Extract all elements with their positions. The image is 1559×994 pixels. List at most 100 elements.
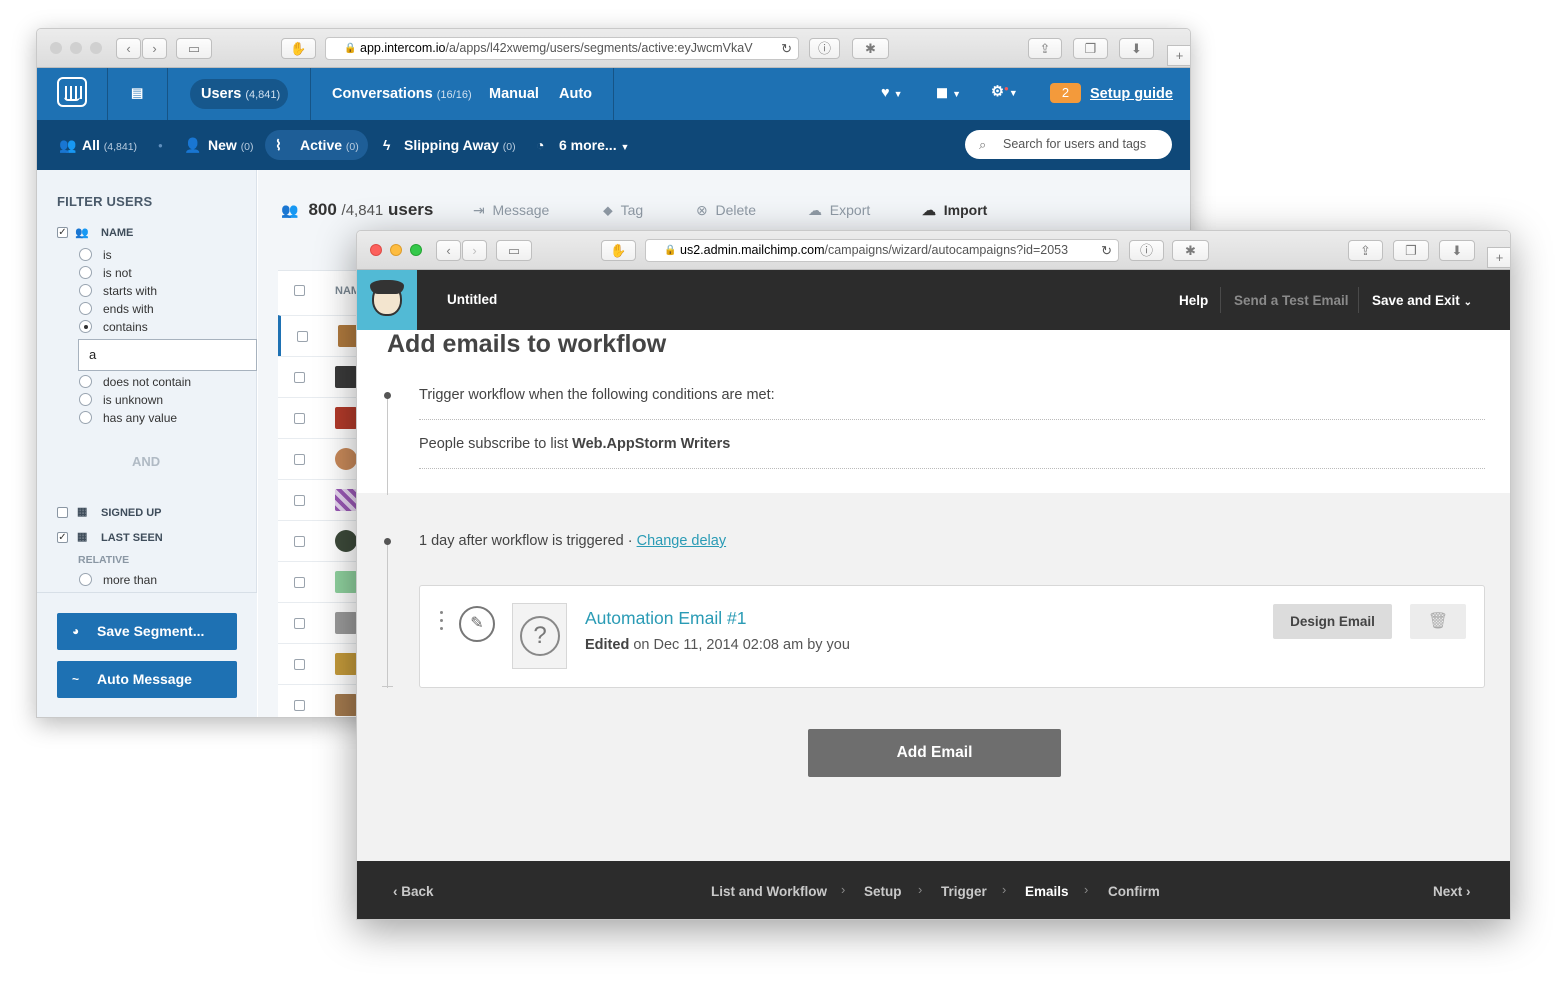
row-checkbox[interactable]: [294, 372, 305, 383]
campaign-title[interactable]: Untitled: [447, 292, 497, 307]
forward-nav-button[interactable]: ›: [142, 38, 167, 59]
minimize-window-button[interactable]: [390, 244, 402, 256]
sidebar-toggle-button[interactable]: ▭: [176, 38, 212, 59]
back-nav-button[interactable]: ‹: [116, 38, 141, 59]
row-checkbox[interactable]: [294, 577, 305, 588]
row-checkbox[interactable]: [294, 413, 305, 424]
help-link[interactable]: Help: [1179, 293, 1208, 308]
gear-menu-icon[interactable]: ⚙●▼: [991, 84, 1018, 100]
sidebar-toggle-button[interactable]: ▭: [496, 240, 532, 261]
setup-guide-link[interactable]: Setup guide: [1090, 86, 1173, 102]
heart-menu-icon[interactable]: ♥ ▼: [881, 85, 903, 101]
pencil-icon[interactable]: ✎: [459, 606, 495, 642]
save-segment-button[interactable]: ◕ Save Segment...: [57, 613, 237, 650]
address-bar[interactable]: 🔒 app.intercom.io/a/apps/l42xwemg/users/…: [325, 37, 799, 60]
radio-does-not-contain[interactable]: [79, 375, 92, 388]
share-button[interactable]: ⇪: [1348, 240, 1383, 261]
segment-new[interactable]: New (0): [208, 137, 254, 153]
nav-users-label[interactable]: Users (4,841): [201, 86, 280, 102]
radio-is-not[interactable]: [79, 266, 92, 279]
downloads-button[interactable]: ⬇: [1439, 240, 1475, 261]
radio-more-than[interactable]: [79, 573, 92, 586]
segment-slipping-away[interactable]: Slipping Away (0): [404, 137, 516, 153]
option-more-than[interactable]: more than: [103, 573, 157, 587]
step-trigger[interactable]: Trigger: [941, 884, 987, 899]
row-checkbox[interactable]: [294, 659, 305, 670]
signed-up-checkbox[interactable]: [57, 507, 68, 518]
import-action[interactable]: ☁ Import: [922, 202, 987, 219]
option-has-any-value[interactable]: has any value: [103, 411, 177, 425]
option-is-not[interactable]: is not: [103, 266, 132, 280]
row-checkbox[interactable]: [294, 618, 305, 629]
radio-ends-with[interactable]: [79, 302, 92, 315]
segment-all[interactable]: All (4,841): [82, 137, 137, 153]
step-confirm[interactable]: Confirm: [1108, 884, 1160, 899]
option-is[interactable]: is: [103, 248, 112, 262]
newspaper-icon[interactable]: ▤: [131, 85, 143, 101]
zoom-window-button[interactable]: [90, 42, 102, 54]
name-filter-checkbox[interactable]: ✓: [57, 227, 68, 238]
change-delay-link[interactable]: Change delay: [637, 533, 727, 549]
share-button[interactable]: ⇪: [1028, 38, 1062, 59]
mailchimp-logo[interactable]: [357, 270, 417, 330]
row-checkbox[interactable]: [294, 700, 305, 711]
password-button[interactable]: ⓘ: [1129, 240, 1164, 261]
row-checkbox[interactable]: [294, 454, 305, 465]
option-ends-with[interactable]: ends with: [103, 302, 154, 316]
tag-action[interactable]: ⬥ Tag: [603, 202, 643, 219]
delete-action[interactable]: ⊗ Delete: [696, 202, 756, 219]
segment-active[interactable]: Active (0): [300, 137, 359, 153]
new-tab-button[interactable]: +: [1167, 45, 1190, 66]
address-bar[interactable]: 🔒 us2.admin.mailchimp.com/campaigns/wiza…: [645, 239, 1119, 262]
nav-conversations-tab[interactable]: Conversations (16/16): [332, 86, 472, 102]
close-window-button[interactable]: [370, 244, 382, 256]
nav-auto-tab[interactable]: Auto: [559, 86, 592, 102]
step-emails[interactable]: Emails: [1025, 884, 1069, 899]
radio-is-unknown[interactable]: [79, 393, 92, 406]
extension-star-button[interactable]: ✱: [1172, 240, 1209, 261]
last-seen-checkbox[interactable]: ✓: [57, 532, 68, 543]
nav-manual-tab[interactable]: Manual: [489, 86, 539, 102]
box-menu-icon[interactable]: ◼ ▼: [936, 85, 961, 101]
save-and-exit-dropdown[interactable]: Save and Exit ⌄: [1372, 293, 1472, 308]
radio-is[interactable]: [79, 248, 92, 261]
row-checkbox[interactable]: [297, 331, 308, 342]
reload-icon[interactable]: ↻: [781, 38, 792, 59]
minimize-window-button[interactable]: [70, 42, 82, 54]
search-users-input[interactable]: ⌕ Search for users and tags: [965, 130, 1172, 159]
step-setup[interactable]: Setup: [864, 884, 902, 899]
trash-icon[interactable]: 🗑: [1410, 604, 1466, 639]
extension-button[interactable]: ✋: [601, 240, 636, 261]
row-checkbox[interactable]: [294, 495, 305, 506]
radio-has-any-value[interactable]: [79, 411, 92, 424]
export-action[interactable]: ☁ Export: [808, 202, 870, 219]
tabs-button[interactable]: ❐: [1073, 38, 1108, 59]
next-button[interactable]: Next ›: [1433, 884, 1471, 899]
option-does-not-contain[interactable]: does not contain: [103, 375, 191, 389]
select-all-checkbox[interactable]: [294, 285, 305, 296]
tabs-button[interactable]: ❐: [1393, 240, 1429, 261]
forward-nav-button[interactable]: ›: [462, 240, 487, 261]
radio-starts-with[interactable]: [79, 284, 92, 297]
zoom-window-button[interactable]: [410, 244, 422, 256]
reload-icon[interactable]: ↻: [1101, 240, 1112, 261]
send-test-email-link[interactable]: Send a Test Email: [1234, 293, 1349, 308]
setup-count-badge[interactable]: 2: [1050, 83, 1081, 103]
drag-handle-icon[interactable]: [440, 611, 444, 635]
downloads-button[interactable]: ⬇: [1119, 38, 1154, 59]
email-thumbnail[interactable]: ?: [512, 603, 567, 669]
add-email-button[interactable]: Add Email: [808, 729, 1061, 777]
name-filter-value-input[interactable]: a: [78, 339, 257, 371]
segment-more-dropdown[interactable]: 6 more... ▼: [559, 137, 629, 153]
message-action[interactable]: ⇥ Message: [473, 202, 549, 219]
intercom-logo-icon[interactable]: [57, 77, 87, 107]
back-nav-button[interactable]: ‹: [436, 240, 461, 261]
option-starts-with[interactable]: starts with: [103, 284, 157, 298]
password-button[interactable]: ⓘ: [809, 38, 840, 59]
close-window-button[interactable]: [50, 42, 62, 54]
radio-contains[interactable]: [79, 320, 92, 333]
extension-star-button[interactable]: ✱: [852, 38, 889, 59]
step-list-and-workflow[interactable]: List and Workflow: [711, 884, 827, 899]
new-tab-button[interactable]: +: [1487, 247, 1510, 268]
email-title-link[interactable]: Automation Email #1: [585, 608, 746, 629]
